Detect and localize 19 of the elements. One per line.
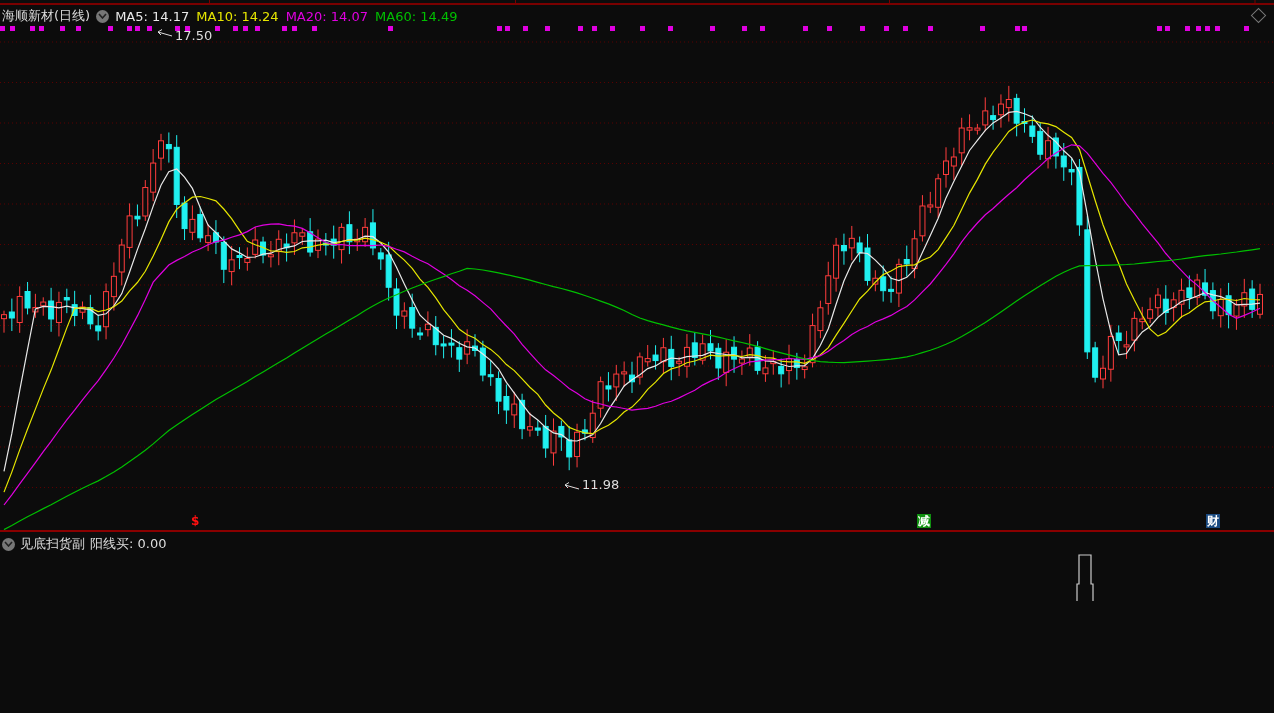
dropdown-button[interactable] [96, 9, 110, 23]
indicator-value: 阳线买: 0.00 [90, 535, 167, 553]
moving-average-label: MA10: 14.24 [196, 8, 279, 24]
chart-marker: 财 [1206, 514, 1220, 528]
arrow-icon [564, 482, 580, 490]
arrow-icon [157, 29, 173, 37]
chart-marker: $ [190, 514, 201, 528]
moving-average-label: MA60: 14.49 [375, 8, 458, 24]
stock-title: 海顺新材(日线) [2, 7, 91, 25]
indicator-drawing [1076, 554, 1094, 602]
chevron-icon [4, 541, 13, 547]
chart-marker: 减 [917, 514, 931, 528]
chevron-icon [98, 13, 108, 19]
moving-average-label: MA5: 14.17 [115, 8, 190, 24]
indicator-title: 见底扫货副 [20, 535, 85, 553]
moving-average-label: MA20: 14.07 [285, 8, 369, 24]
price-label: 11.98 [582, 477, 620, 492]
price-label: 17.50 [175, 28, 213, 43]
dropdown-button[interactable] [2, 537, 15, 551]
